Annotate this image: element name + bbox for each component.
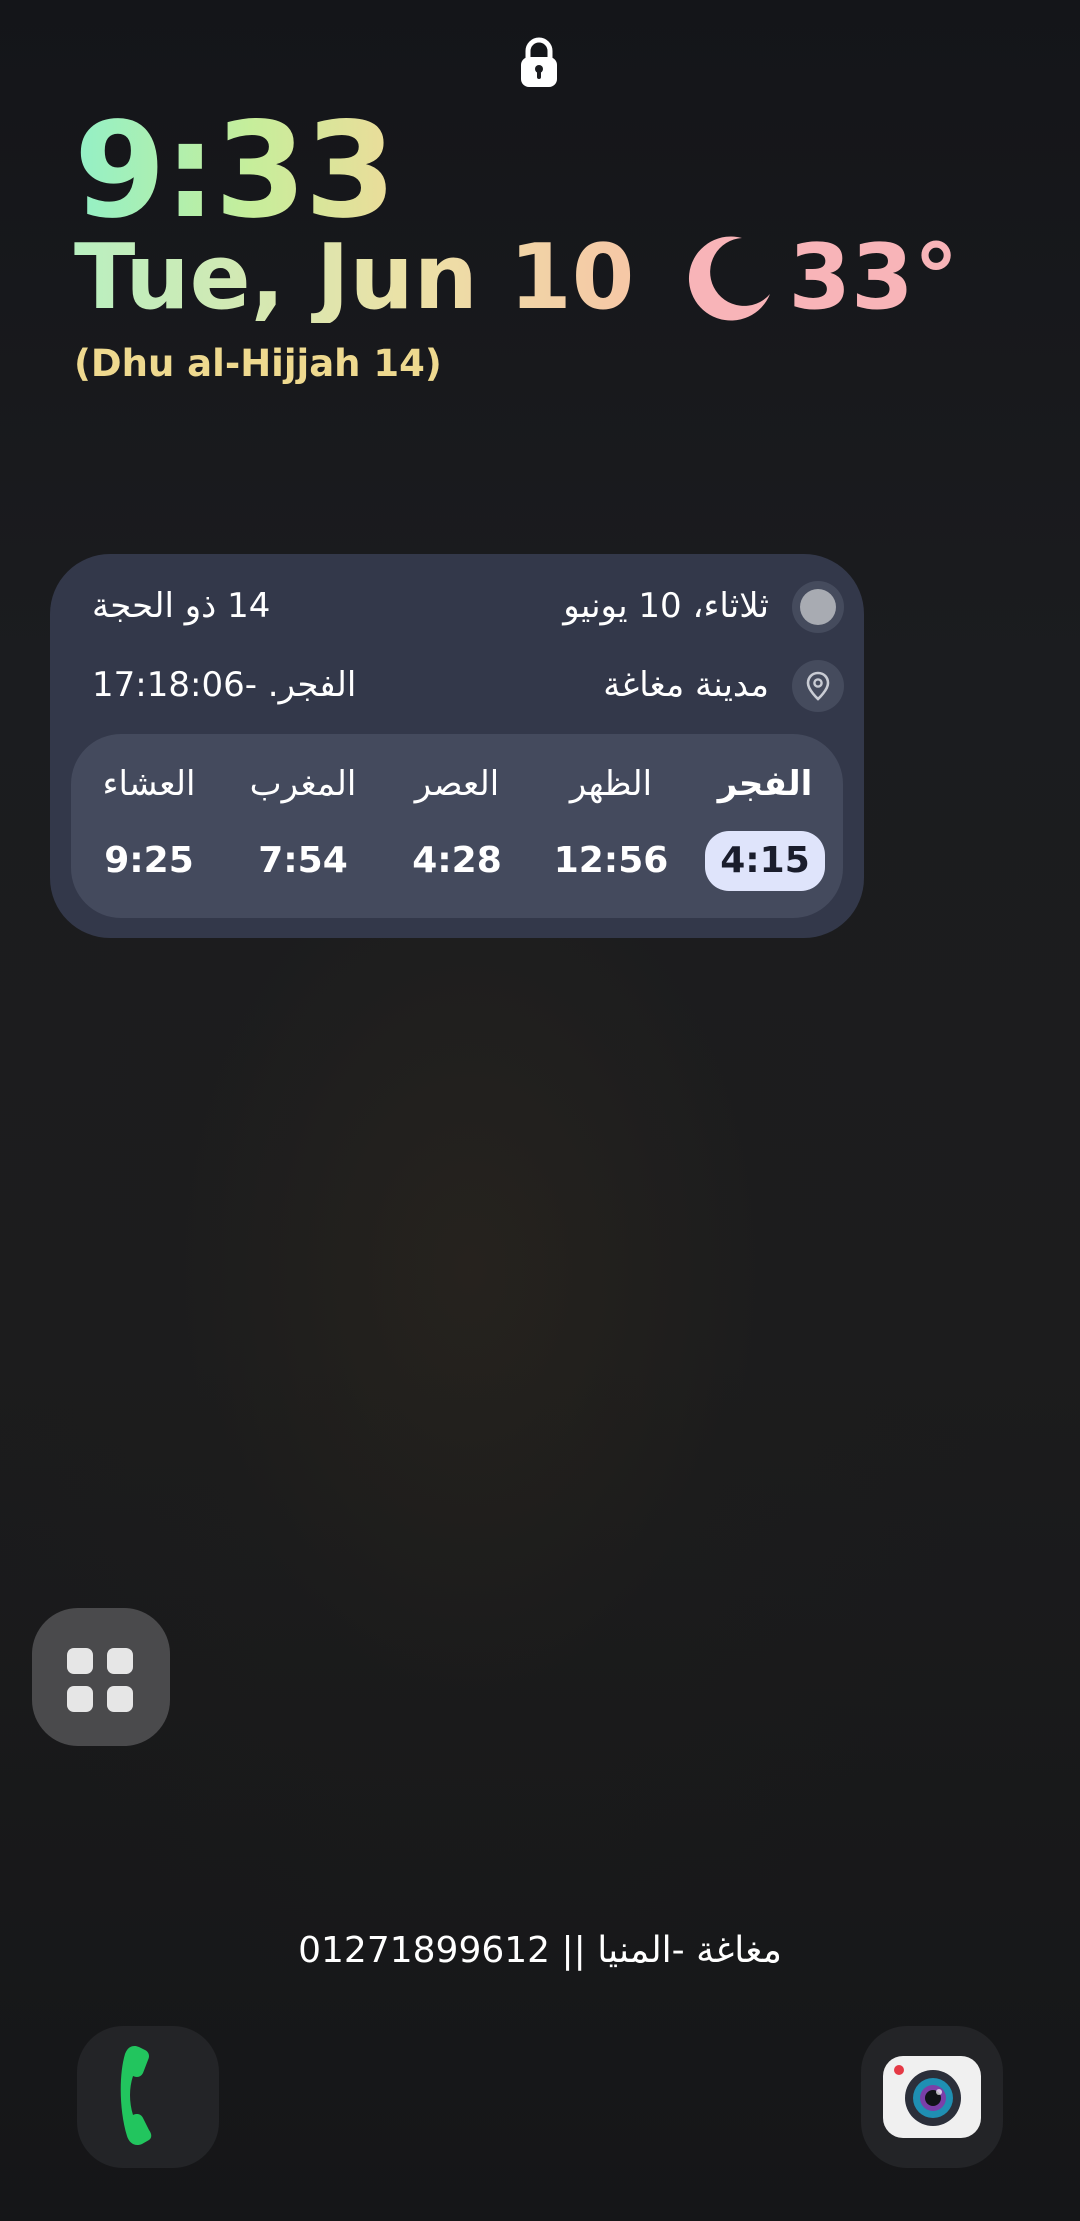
next-prayer-countdown: الفجر. -17:18:06 [92,665,357,705]
date-indicator-icon [792,581,844,633]
prayer-time: 9:25 [104,840,194,881]
app-drawer-button[interactable] [32,1608,170,1746]
lockscreen-clock: 9:33 [74,94,396,248]
gregorian-date: ثلاثاء، 10 يونيو [563,586,769,626]
camera-shortcut[interactable] [861,2026,1003,2168]
prayer-name: الفجر [717,764,813,804]
grid-icon [67,1648,93,1674]
prayer-time: 7:54 [258,840,348,881]
location-pin-icon[interactable] [792,660,844,712]
prayer-name: المغرب [249,764,357,804]
prayer-maghrib[interactable]: المغرب 7:54 [233,734,373,918]
location-name: مدينة مغاغة [603,665,769,705]
prayer-name: العشاء [102,764,196,804]
prayer-fajr[interactable]: الفجر 4:15 [695,734,835,918]
prayer-time: 4:28 [412,840,502,881]
prayer-time: 4:15 [705,831,825,891]
widget-date-row: ثلاثاء، 10 يونيو 14 ذو الحجة [50,576,864,636]
camera-icon [883,2056,981,2138]
prayer-name: الظهر [569,764,653,804]
prayer-isha[interactable]: العشاء 9:25 [79,734,219,918]
grid-icon [107,1648,133,1674]
prayer-name: العصر [414,764,500,804]
lockscreen-date: Tue, Jun 10 [74,225,635,330]
grid-icon [67,1686,93,1712]
widget-location-row: مدينة مغاغة الفجر. -17:18:06 [50,655,864,715]
date-weather-row: Tue, Jun 10 33° [74,228,959,328]
temperature: 33° [788,225,959,330]
prayer-dhuhr[interactable]: الظهر 12:56 [541,734,681,918]
widget-hijri-date: 14 ذو الحجة [92,586,271,626]
lock-icon[interactable] [517,36,561,90]
prayer-asr[interactable]: العصر 4:28 [387,734,527,918]
moon-icon [689,236,771,321]
grid-icon [107,1686,133,1712]
prayer-times-panel: الفجر 4:15 الظهر 12:56 العصر 4:28 المغرب… [71,734,843,918]
prayer-time: 12:56 [553,840,669,881]
owner-info-text: مغاغة -المنيا || 01271899612 [298,1930,782,1971]
phone-shortcut[interactable] [77,2026,219,2168]
prayer-times-widget[interactable]: ثلاثاء، 10 يونيو 14 ذو الحجة مدينة مغاغة… [50,554,864,938]
hijri-date: (Dhu al-Hijjah 14) [74,342,442,385]
phone-icon [120,2045,152,2146]
